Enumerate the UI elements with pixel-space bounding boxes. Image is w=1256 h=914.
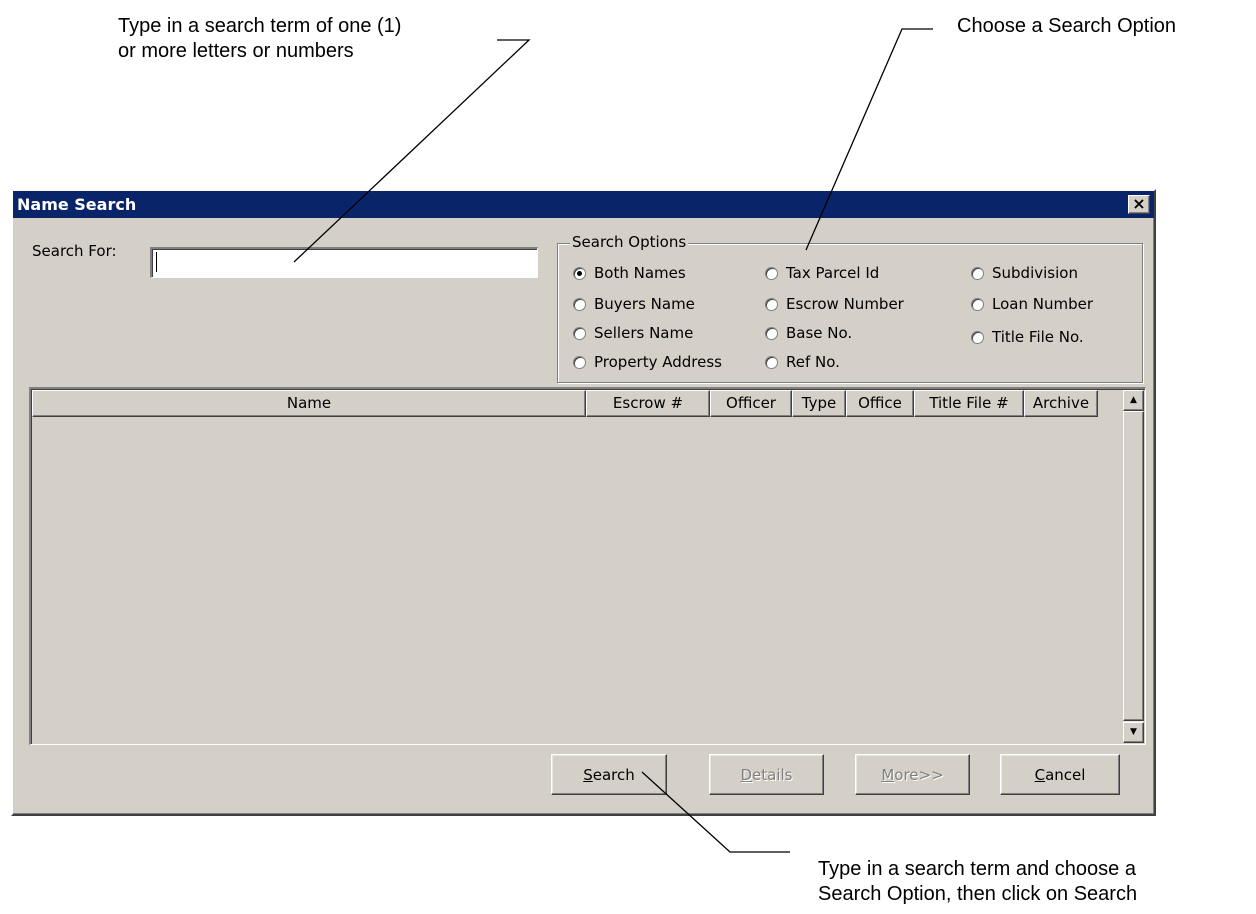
radio-label: Both Names xyxy=(594,264,686,282)
text-caret xyxy=(156,252,157,272)
search-button[interactable]: Search xyxy=(551,754,667,795)
radio-button[interactable] xyxy=(971,330,984,344)
radio-base-no[interactable]: Base No. xyxy=(765,322,852,344)
radio-label: Base No. xyxy=(786,324,853,342)
name-search-dialog: Name Search × Search For: Search Options… xyxy=(11,189,1156,816)
details-button[interactable]: Details xyxy=(709,754,824,795)
column-header-officer[interactable]: Officer xyxy=(710,390,792,417)
radio-button[interactable] xyxy=(971,297,984,311)
radio-title-file-no[interactable]: Title File No. xyxy=(971,326,1084,348)
close-icon: × xyxy=(1132,194,1146,213)
results-header: Name Escrow # Officer Type Office Title … xyxy=(32,390,1098,417)
scroll-down-arrow-icon: ▼ xyxy=(1130,727,1137,737)
radio-label: Tax Parcel Id xyxy=(786,264,880,282)
radio-tax-parcel-id[interactable]: Tax Parcel Id xyxy=(765,262,879,284)
annotation-text: or more letters or numbers xyxy=(118,40,354,62)
vertical-scrollbar[interactable]: ▲ ▼ xyxy=(1123,390,1144,743)
results-list[interactable]: Name Escrow # Officer Type Office Title … xyxy=(29,387,1146,745)
radio-label: Sellers Name xyxy=(594,324,694,342)
radio-label: Escrow Number xyxy=(786,295,904,313)
annotation-text: Search Option, then click on Search xyxy=(818,883,1138,905)
scroll-thumb[interactable] xyxy=(1123,411,1144,721)
search-input[interactable] xyxy=(150,247,538,278)
cancel-button[interactable]: Cancel xyxy=(1000,754,1120,795)
scroll-up-arrow-icon: ▲ xyxy=(1130,395,1137,405)
scroll-down-button[interactable]: ▼ xyxy=(1123,722,1144,743)
radio-escrow-number[interactable]: Escrow Number xyxy=(765,293,904,315)
radio-property-address[interactable]: Property Address xyxy=(573,351,722,373)
radio-button[interactable] xyxy=(765,355,778,369)
radio-button[interactable] xyxy=(765,297,778,311)
radio-button[interactable] xyxy=(573,297,586,311)
annotation-text: Type in a search term and choose a xyxy=(818,858,1136,880)
window-title: Name Search xyxy=(17,195,137,214)
radio-label: Title File No. xyxy=(992,328,1084,346)
column-header-escrow[interactable]: Escrow # xyxy=(586,390,710,417)
title-bar[interactable]: Name Search × xyxy=(13,191,1154,218)
radio-button[interactable] xyxy=(971,266,984,280)
close-button[interactable]: × xyxy=(1128,195,1150,214)
more-button[interactable]: More>> xyxy=(855,754,970,795)
radio-label: Loan Number xyxy=(992,295,1093,313)
annotation-search-term: Type in a search term of one (1) or more… xyxy=(118,14,401,64)
scroll-up-button[interactable]: ▲ xyxy=(1123,390,1144,411)
annotation-text: Type in a search term of one (1) xyxy=(118,15,402,37)
annotation-click-search: Type in a search term and choose a Searc… xyxy=(818,857,1137,907)
radio-button[interactable] xyxy=(573,355,586,369)
column-header-archive[interactable]: Archive xyxy=(1024,390,1098,417)
radio-button[interactable] xyxy=(765,326,778,340)
radio-button[interactable] xyxy=(765,266,778,280)
radio-label: Subdivision xyxy=(992,264,1078,282)
radio-button-checked[interactable] xyxy=(573,266,586,280)
radio-label: Property Address xyxy=(594,353,722,371)
column-header-title-file[interactable]: Title File # xyxy=(914,390,1024,417)
radio-loan-number[interactable]: Loan Number xyxy=(971,293,1093,315)
radio-subdivision[interactable]: Subdivision xyxy=(971,262,1078,284)
radio-ref-no[interactable]: Ref No. xyxy=(765,351,840,373)
search-for-label: Search For: xyxy=(32,242,117,260)
column-header-name[interactable]: Name xyxy=(32,390,586,417)
column-header-office[interactable]: Office xyxy=(846,390,914,417)
search-options-legend: Search Options xyxy=(570,233,689,251)
radio-button[interactable] xyxy=(573,326,586,340)
radio-sellers-name[interactable]: Sellers Name xyxy=(573,322,693,344)
annotation-text: Choose a Search Option xyxy=(957,15,1177,37)
column-header-type[interactable]: Type xyxy=(792,390,846,417)
radio-buyers-name[interactable]: Buyers Name xyxy=(573,293,695,315)
radio-both-names[interactable]: Both Names xyxy=(573,262,686,284)
radio-label: Ref No. xyxy=(786,353,840,371)
radio-label: Buyers Name xyxy=(594,295,695,313)
annotation-choose-option: Choose a Search Option xyxy=(957,14,1176,39)
